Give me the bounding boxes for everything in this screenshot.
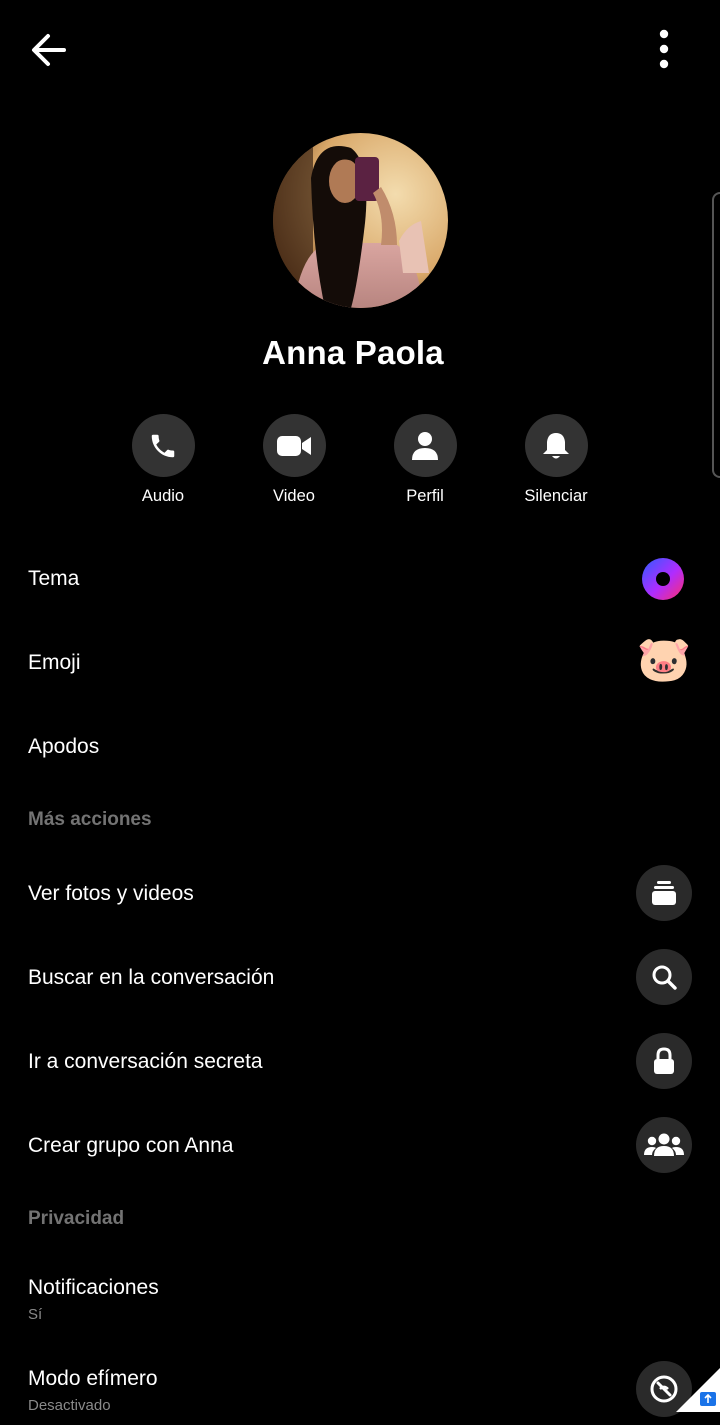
audio-call-button[interactable]: Audio (103, 414, 223, 506)
view-media-icon-button (636, 865, 692, 921)
arrow-left-icon (32, 34, 66, 66)
video-call-button[interactable]: Video (234, 414, 354, 506)
lock-icon (654, 1047, 674, 1074)
more-options-button[interactable] (648, 28, 680, 72)
notifications-label: Notificaciones (28, 1276, 159, 1299)
emoji-row[interactable]: Emoji 🐷 (0, 621, 720, 705)
notifications-status: Sí (28, 1306, 43, 1323)
privacy-header: Privacidad (28, 1208, 125, 1229)
secret-conversation-label: Ir a conversación secreta (28, 1050, 263, 1073)
profile-circle (393, 414, 457, 477)
person-icon (412, 431, 438, 460)
bell-icon (543, 432, 569, 458)
corner-fold-icon (676, 1368, 720, 1412)
search-icon-button (636, 949, 692, 1005)
view-media-label: Ver fotos y videos (28, 882, 194, 905)
phone-icon (151, 434, 175, 457)
audio-circle (131, 414, 195, 477)
back-button[interactable] (28, 30, 70, 70)
search-conversation-label: Buscar en la conversación (28, 966, 275, 989)
group-icon-button (636, 1117, 692, 1173)
mute-label: Silenciar (524, 487, 588, 505)
mute-circle (524, 414, 588, 477)
nicknames-row[interactable]: Apodos (0, 705, 720, 789)
vanish-mode-icon (650, 1375, 678, 1403)
notifications-row[interactable]: Notificaciones Sí (0, 1250, 720, 1334)
theme-row[interactable]: Tema (0, 537, 720, 621)
theme-swatch-icon (642, 558, 684, 600)
avatar[interactable] (273, 133, 448, 308)
vanish-mode-label: Modo efímero (28, 1367, 158, 1390)
emoji-label: Emoji (28, 651, 81, 674)
profile-label: Perfil (406, 487, 444, 505)
group-icon (644, 1133, 684, 1156)
pig-emoji-icon: 🐷 (636, 635, 692, 684)
vanish-mode-status: Desactivado (28, 1397, 111, 1414)
quick-actions: Audio Video Perfil Silenciar (0, 414, 720, 514)
theme-label: Tema (28, 567, 80, 590)
search-conversation-row[interactable]: Buscar en la conversación (0, 935, 720, 1019)
nicknames-label: Apodos (28, 735, 100, 758)
profile-button[interactable]: Perfil (365, 414, 485, 506)
lock-icon-button (636, 1033, 692, 1089)
mute-button[interactable]: Silenciar (496, 414, 616, 506)
create-group-label: Crear grupo con Anna (28, 1134, 234, 1157)
video-label: Video (273, 487, 315, 505)
top-bar (0, 0, 720, 100)
scroll-edge-indicator (712, 192, 720, 478)
contact-name: Anna Paola (262, 334, 444, 371)
view-media-row[interactable]: Ver fotos y videos (0, 851, 720, 935)
video-camera-icon (277, 435, 311, 456)
corner-badge[interactable] (676, 1368, 720, 1412)
photos-stack-icon (652, 881, 676, 905)
audio-label: Audio (141, 487, 185, 505)
vanish-mode-row[interactable]: Modo efímero Desactivado (0, 1341, 720, 1425)
secret-conversation-row[interactable]: Ir a conversación secreta (0, 1019, 720, 1103)
profile-photo (273, 133, 448, 308)
create-group-row[interactable]: Crear grupo con Anna (0, 1103, 720, 1187)
more-vertical-icon (659, 29, 669, 69)
video-circle (262, 414, 326, 477)
search-icon (652, 965, 677, 990)
more-actions-header: Más acciones (28, 809, 152, 830)
